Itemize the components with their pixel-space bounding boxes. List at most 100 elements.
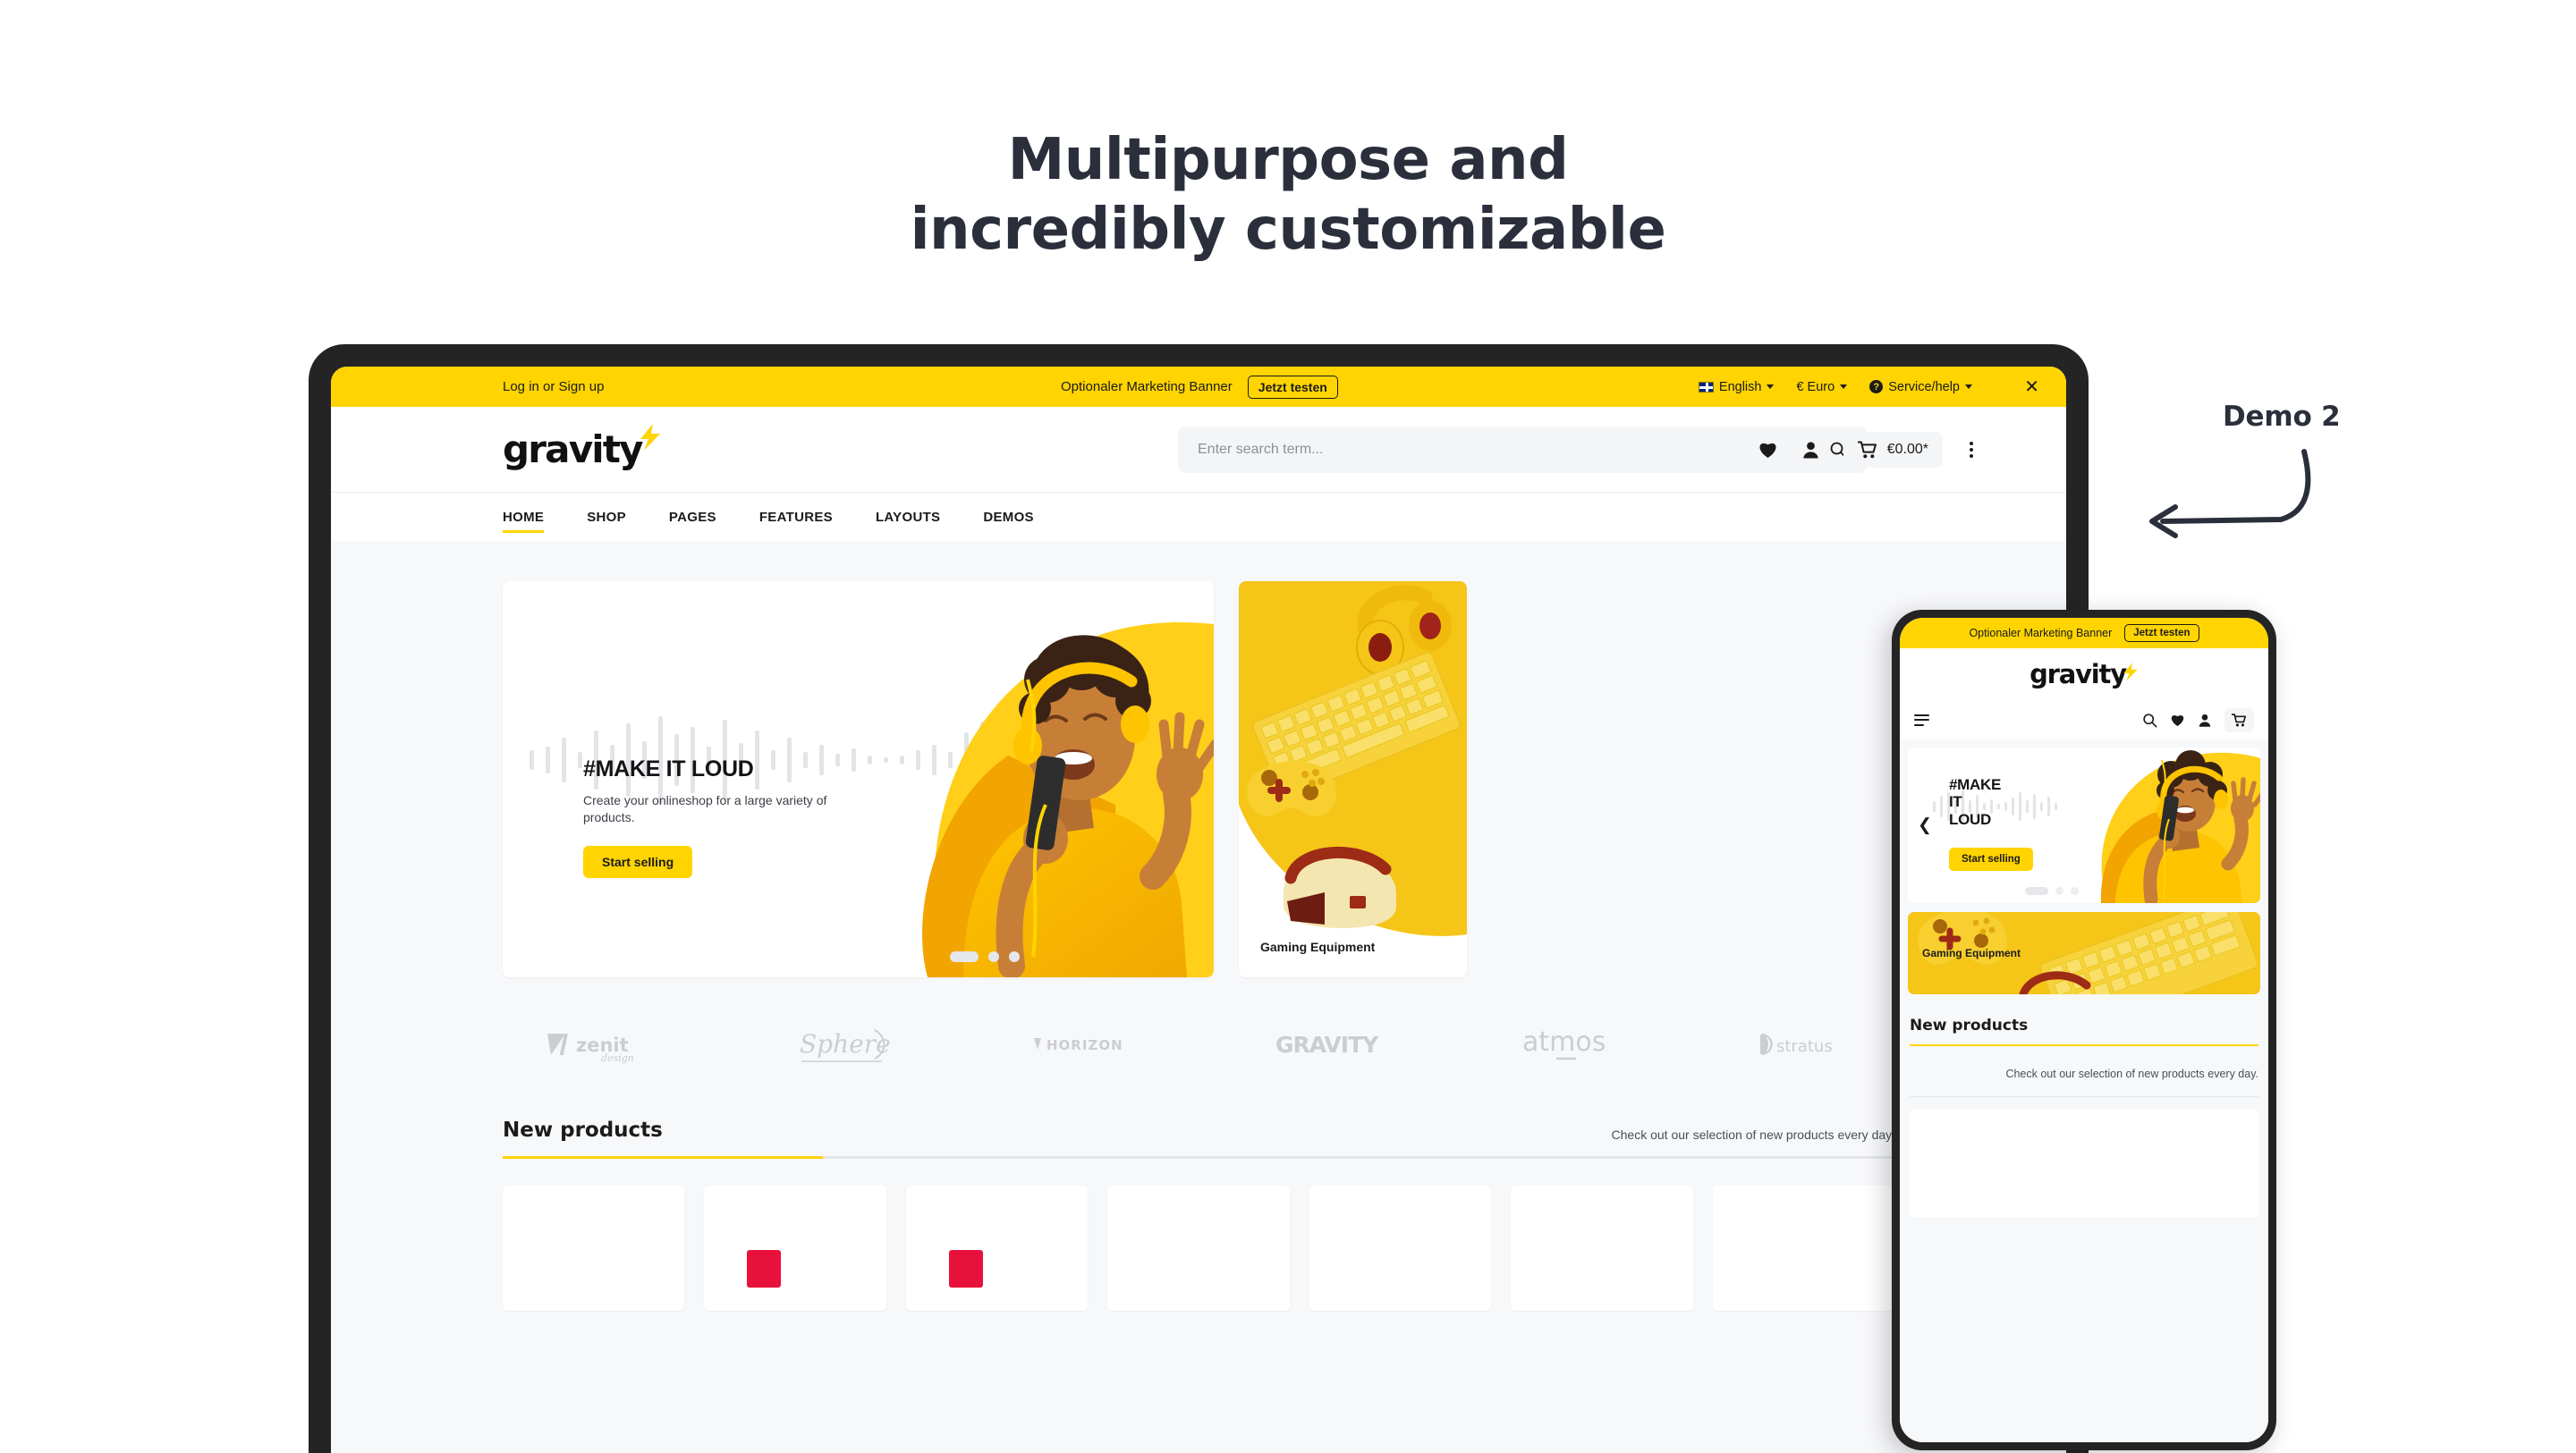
nav-item-features[interactable]: FEATURES xyxy=(759,493,833,542)
page-title: Multipurpose and incredibly customizable xyxy=(0,125,2576,265)
login-signup-link[interactable]: Log in or Sign up xyxy=(503,379,604,394)
demo-annotation-label: Demo 2 xyxy=(2223,401,2341,433)
mobile-hero-title-line-3: LOUD xyxy=(1949,811,1991,828)
product-card[interactable] xyxy=(503,1186,684,1311)
currency-selector[interactable]: € Euro xyxy=(1796,380,1847,394)
site-logo[interactable]: gravity xyxy=(503,431,662,469)
cart-icon xyxy=(2232,714,2247,727)
slider-dot-2[interactable] xyxy=(988,951,999,962)
zenit-design-logo-icon: zenit design xyxy=(546,1025,651,1064)
category-card-gaming[interactable]: Gaming Equipment xyxy=(1239,581,1467,977)
brand-logo-zenit: zenit design xyxy=(546,1024,651,1065)
mobile-marketing-banner-text: Optionaler Marketing Banner xyxy=(1969,627,2112,639)
mobile-hero-copy: #MAKE IT LOUD Start selling xyxy=(1949,776,2043,871)
new-products-section: New products Check out our selection of … xyxy=(331,1065,2066,1311)
language-selector[interactable]: English xyxy=(1699,380,1775,394)
close-icon[interactable]: ✕ xyxy=(2024,378,2039,396)
mobile-category-card-gaming[interactable]: Gaming Equipment xyxy=(1908,912,2260,994)
mobile-slider-dot-2[interactable] xyxy=(2055,887,2063,895)
curved-arrow-left-icon xyxy=(2120,443,2352,541)
topbar-cta-button[interactable]: Jetzt testen xyxy=(1248,376,1338,399)
svg-text:Sphere: Sphere xyxy=(800,1029,891,1059)
product-card[interactable] xyxy=(1309,1186,1491,1311)
new-products-divider xyxy=(503,1156,1894,1159)
product-card[interactable] xyxy=(906,1186,1088,1311)
mobile-slider-dot-1[interactable] xyxy=(2025,887,2048,895)
svg-text:GRAVITY: GRAVITY xyxy=(1275,1032,1379,1058)
mobile-product-card[interactable] xyxy=(1910,1110,2258,1217)
lightning-bolt-icon xyxy=(639,424,662,451)
user-icon[interactable] xyxy=(1801,440,1820,460)
product-card[interactable] xyxy=(1713,1186,1894,1311)
kebab-menu-icon[interactable] xyxy=(1966,438,1977,461)
page-title-line-2: incredibly customizable xyxy=(0,195,2576,265)
hero-photo-illustration xyxy=(820,581,1214,977)
mobile-new-products-title: New products xyxy=(1910,1017,2258,1035)
atmos-logo-icon: atmos xyxy=(1521,1025,1615,1064)
nav-item-demos[interactable]: DEMOS xyxy=(983,493,1034,542)
new-products-description: Check out our selection of new products … xyxy=(1612,1128,1894,1142)
product-card[interactable] xyxy=(1511,1186,1692,1311)
mobile-hero-title-line-1: #MAKE xyxy=(1949,776,2001,793)
mobile-slider-dots[interactable] xyxy=(2025,887,2079,895)
service-help-selector[interactable]: ? Service/help xyxy=(1869,380,1972,394)
heart-icon[interactable] xyxy=(2170,713,2185,727)
logo-text: gravity xyxy=(503,431,642,469)
heart-icon[interactable] xyxy=(1758,440,1778,459)
hero-slider[interactable]: #MAKE IT LOUD Create your onlineshop for… xyxy=(503,581,1214,977)
user-icon[interactable] xyxy=(2198,713,2212,728)
brand-logos-row: zenit design Sphere HORIZON GRA xyxy=(331,977,2066,1065)
mobile-topbar-cta-button[interactable]: Jetzt testen xyxy=(2124,624,2199,642)
nav-item-layouts[interactable]: LAYOUTS xyxy=(876,493,940,542)
hero-slider-dots[interactable] xyxy=(950,951,1020,962)
mobile-header-bar xyxy=(1900,700,2268,739)
nav-item-shop[interactable]: SHOP xyxy=(587,493,626,542)
chevron-down-icon xyxy=(1965,384,1972,389)
brand-logo-sphere: Sphere xyxy=(792,1024,891,1065)
page-title-line-1: Multipurpose and xyxy=(1008,127,1569,193)
hero-subtitle: Create your onlineshop for a large varie… xyxy=(583,792,878,827)
svg-text:atmos: atmos xyxy=(1522,1026,1606,1058)
svg-text:design: design xyxy=(601,1052,634,1064)
mobile-category-card-label: Gaming Equipment xyxy=(1922,947,2021,959)
search-icon[interactable] xyxy=(2142,713,2157,728)
slider-dot-3[interactable] xyxy=(1009,951,1020,962)
mobile-slider-dot-3[interactable] xyxy=(2071,887,2079,895)
hero-copy: #MAKE IT LOUD Create your onlineshop for… xyxy=(583,756,878,878)
promo-topbar: Log in or Sign up Optionaler Marketing B… xyxy=(331,367,2066,407)
new-products-title: New products xyxy=(503,1119,663,1142)
brand-logo-horizon: HORIZON xyxy=(1032,1024,1132,1065)
gaming-equipment-image xyxy=(1239,581,1467,977)
new-products-card-list xyxy=(503,1186,1894,1311)
mobile-section-separator xyxy=(1910,1096,2258,1097)
mobile-site-logo[interactable]: gravity xyxy=(1900,648,2268,700)
search-input[interactable] xyxy=(1198,442,1829,458)
nav-item-home[interactable]: HOME xyxy=(503,493,544,542)
hamburger-menu-icon[interactable] xyxy=(1914,714,1929,726)
mobile-hero-slider[interactable]: ❮ xyxy=(1908,748,2260,903)
mobile-logo-text: gravity xyxy=(2029,662,2126,688)
slider-dot-1[interactable] xyxy=(950,951,979,962)
start-selling-button[interactable]: Start selling xyxy=(583,846,692,878)
mobile-start-selling-button[interactable]: Start selling xyxy=(1949,848,2033,871)
mobile-hero-photo-illustration xyxy=(2069,748,2260,903)
currency-label: € Euro xyxy=(1796,380,1835,394)
mobile-cart-button[interactable] xyxy=(2224,708,2254,732)
product-card[interactable] xyxy=(704,1186,886,1311)
cart-button[interactable]: €0.00* xyxy=(1843,432,1943,468)
tablet-device-frame: Log in or Sign up Optionaler Marketing B… xyxy=(309,344,2089,1453)
main-nav: HOME SHOP PAGES FEATURES LAYOUTS DEMOS xyxy=(331,492,2066,541)
site-header: gravity xyxy=(331,407,2066,492)
horizon-logo-icon: HORIZON xyxy=(1032,1032,1132,1057)
brand-logo-stratus: stratus xyxy=(1757,1024,1852,1065)
product-card[interactable] xyxy=(1107,1186,1289,1311)
lightning-bolt-icon xyxy=(2123,663,2139,681)
svg-text:stratus: stratus xyxy=(1776,1037,1833,1056)
nav-item-pages[interactable]: PAGES xyxy=(669,493,716,542)
brand-logo-gravity: GRAVITY xyxy=(1274,1024,1379,1065)
page-content: #MAKE IT LOUD Create your onlineshop for… xyxy=(331,541,2066,1453)
chevron-left-icon[interactable]: ❮ xyxy=(1918,815,1932,836)
mobile-page-content: ❮ xyxy=(1900,739,2268,1442)
cart-icon xyxy=(1858,441,1877,459)
mobile-hero-title-line-2: IT xyxy=(1949,793,1962,810)
